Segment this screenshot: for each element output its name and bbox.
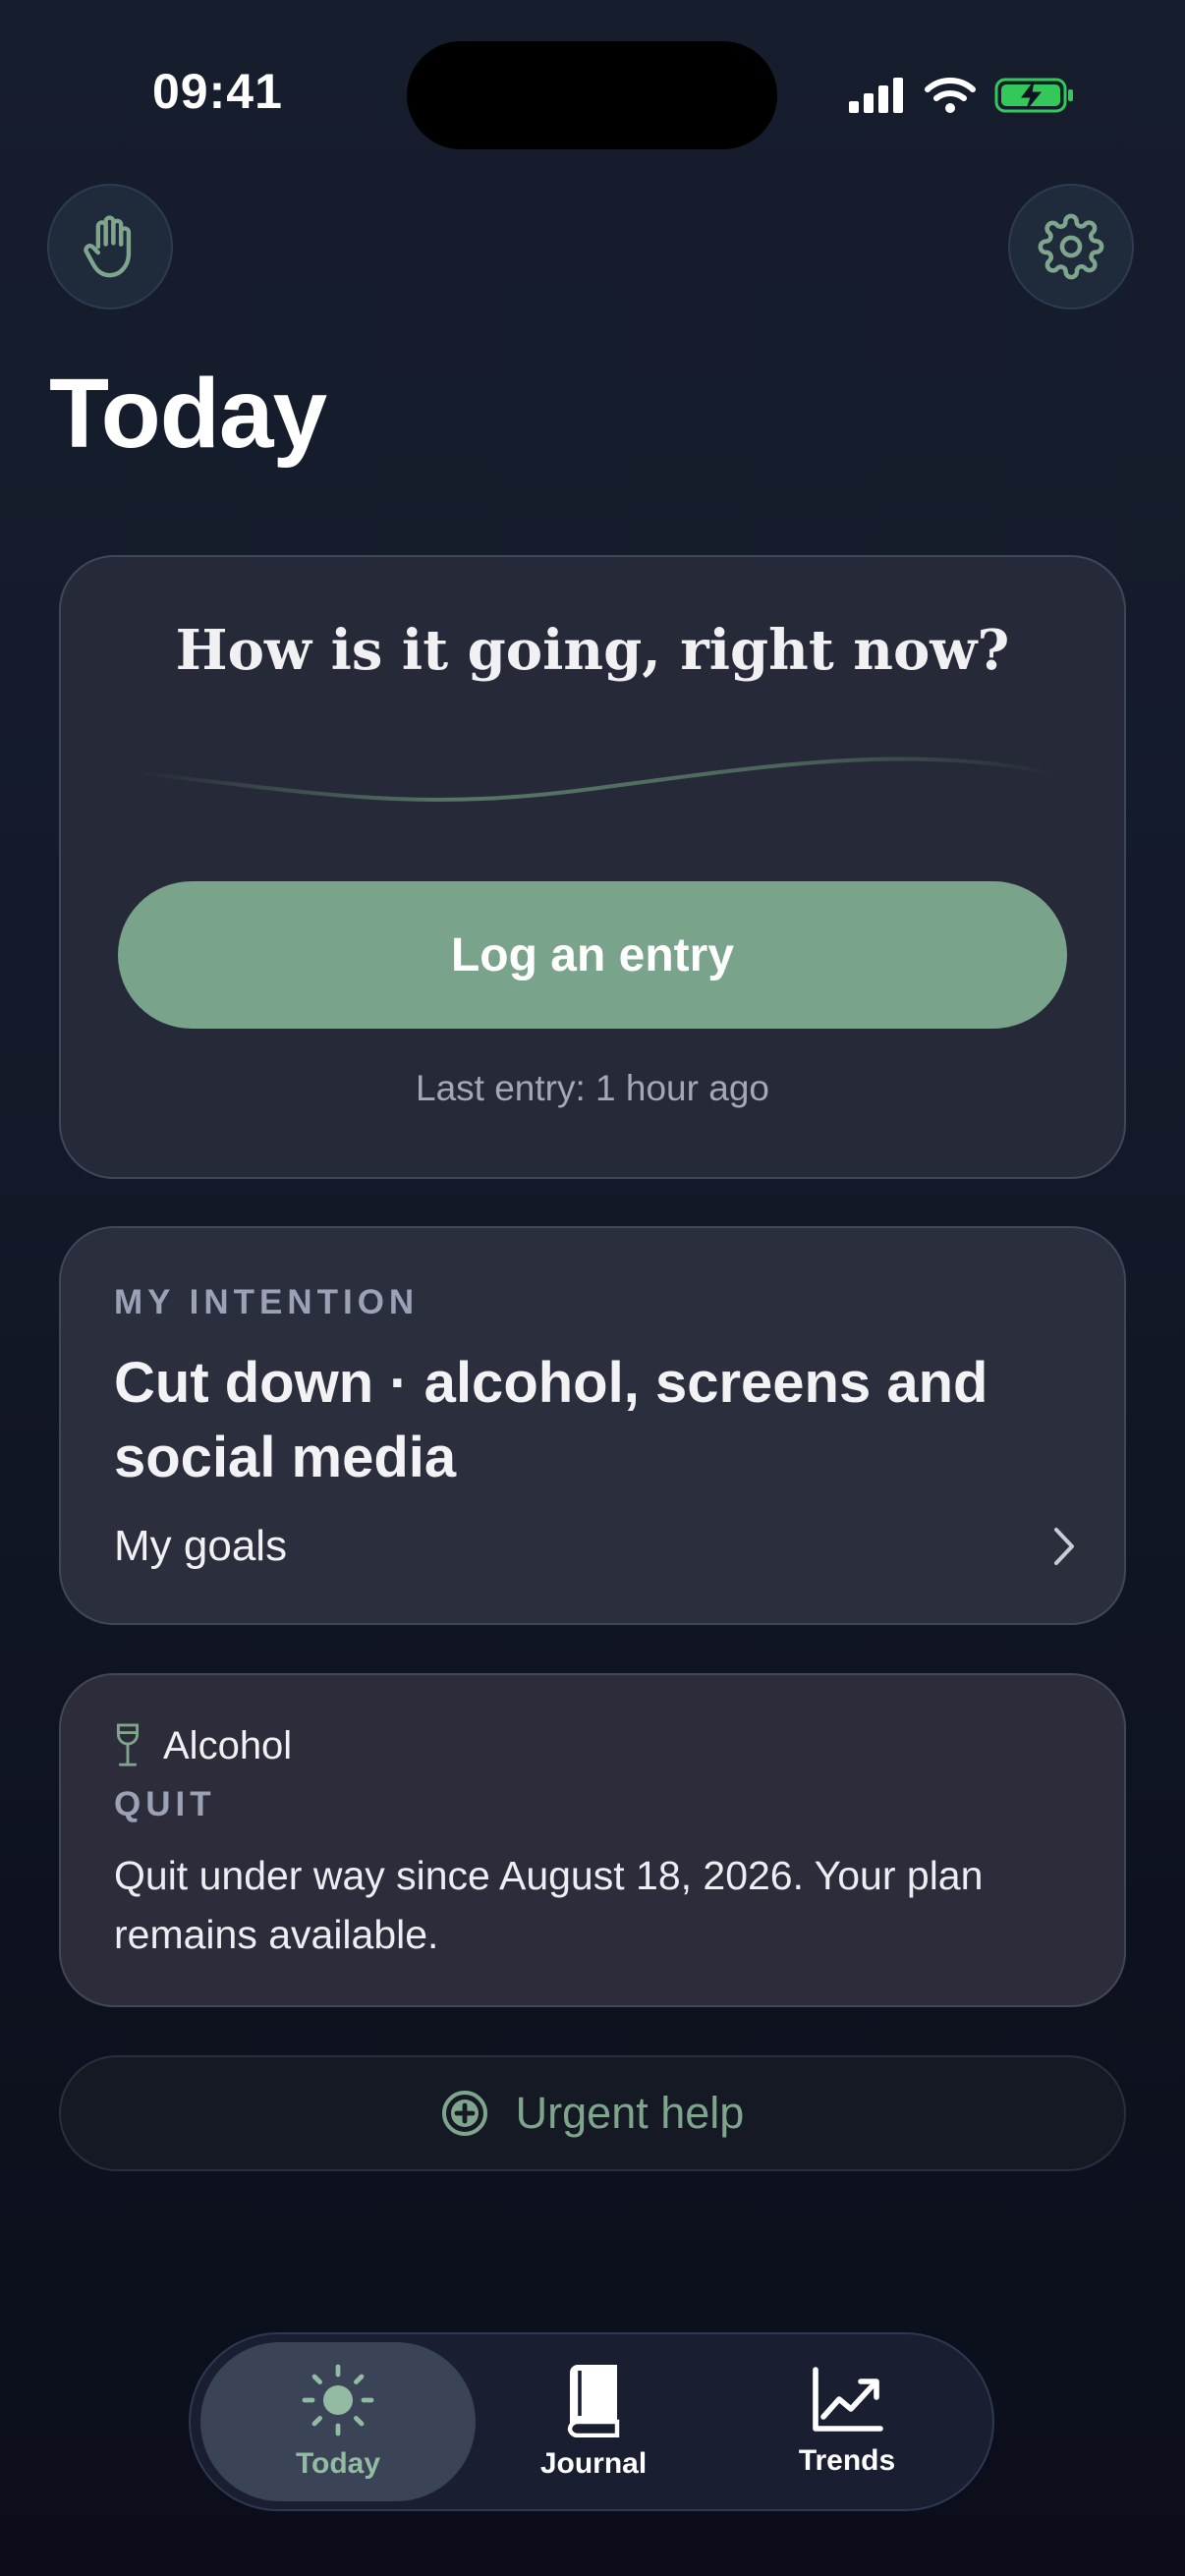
wifi-icon (925, 78, 976, 113)
settings-button[interactable] (1008, 184, 1134, 309)
dynamic-island (407, 41, 777, 149)
status-time: 09:41 (152, 64, 283, 119)
status-icons (847, 73, 1075, 118)
chevron-right-icon (1054, 1528, 1074, 1565)
substance-name: Alcohol (163, 1723, 293, 1767)
substance-status: QUIT (114, 1785, 216, 1823)
intention-label: MY INTENTION (114, 1283, 420, 1321)
battery-charging-icon (994, 78, 1073, 113)
tab-bar: Today Journal Trends (189, 2332, 994, 2511)
trend-chart-icon (813, 2367, 883, 2432)
tab-journal-label: Journal (539, 2447, 648, 2480)
tab-trends-label: Trends (798, 2444, 896, 2477)
substance-description: Quit under way since August 18, 2026. Yo… (114, 1853, 984, 1957)
plus-circle-icon (441, 2091, 487, 2136)
last-entry-text: Last entry: 1 hour ago (416, 1068, 769, 1108)
checkin-question: How is it going, right now? (175, 618, 1010, 683)
my-goals-label: My goals (114, 1522, 288, 1570)
intention-text: Cut down · alcohol, screens and social m… (114, 1351, 988, 1489)
checkin-card: How is it going, right now? Log an entry… (59, 555, 1126, 1179)
wine-glass-icon (116, 1723, 140, 1766)
gear-icon (1038, 213, 1104, 280)
decorative-wave (139, 756, 1054, 802)
tab-trends[interactable]: Trends (709, 2342, 985, 2501)
hand-button[interactable] (47, 184, 173, 309)
cellular-signal-icon (849, 78, 903, 113)
sun-icon (302, 2364, 374, 2436)
urgent-help-label: Urgent help (515, 2088, 745, 2138)
urgent-help-button[interactable]: Urgent help (59, 2055, 1126, 2171)
tab-today[interactable]: Today (200, 2342, 476, 2501)
tab-journal[interactable]: Journal (456, 2342, 731, 2501)
book-icon (567, 2365, 620, 2437)
log-entry-button[interactable]: Log an entry (118, 881, 1067, 1029)
tab-today-label: Today (295, 2447, 381, 2480)
intention-card[interactable]: MY INTENTION Cut down · alcohol, screens… (59, 1226, 1126, 1625)
my-goals-link[interactable]: My goals (114, 1511, 1077, 1582)
hand-icon (84, 215, 132, 278)
page-title: Today (49, 359, 327, 469)
substance-card[interactable]: Alcohol QUIT Quit under way since August… (59, 1673, 1126, 2007)
